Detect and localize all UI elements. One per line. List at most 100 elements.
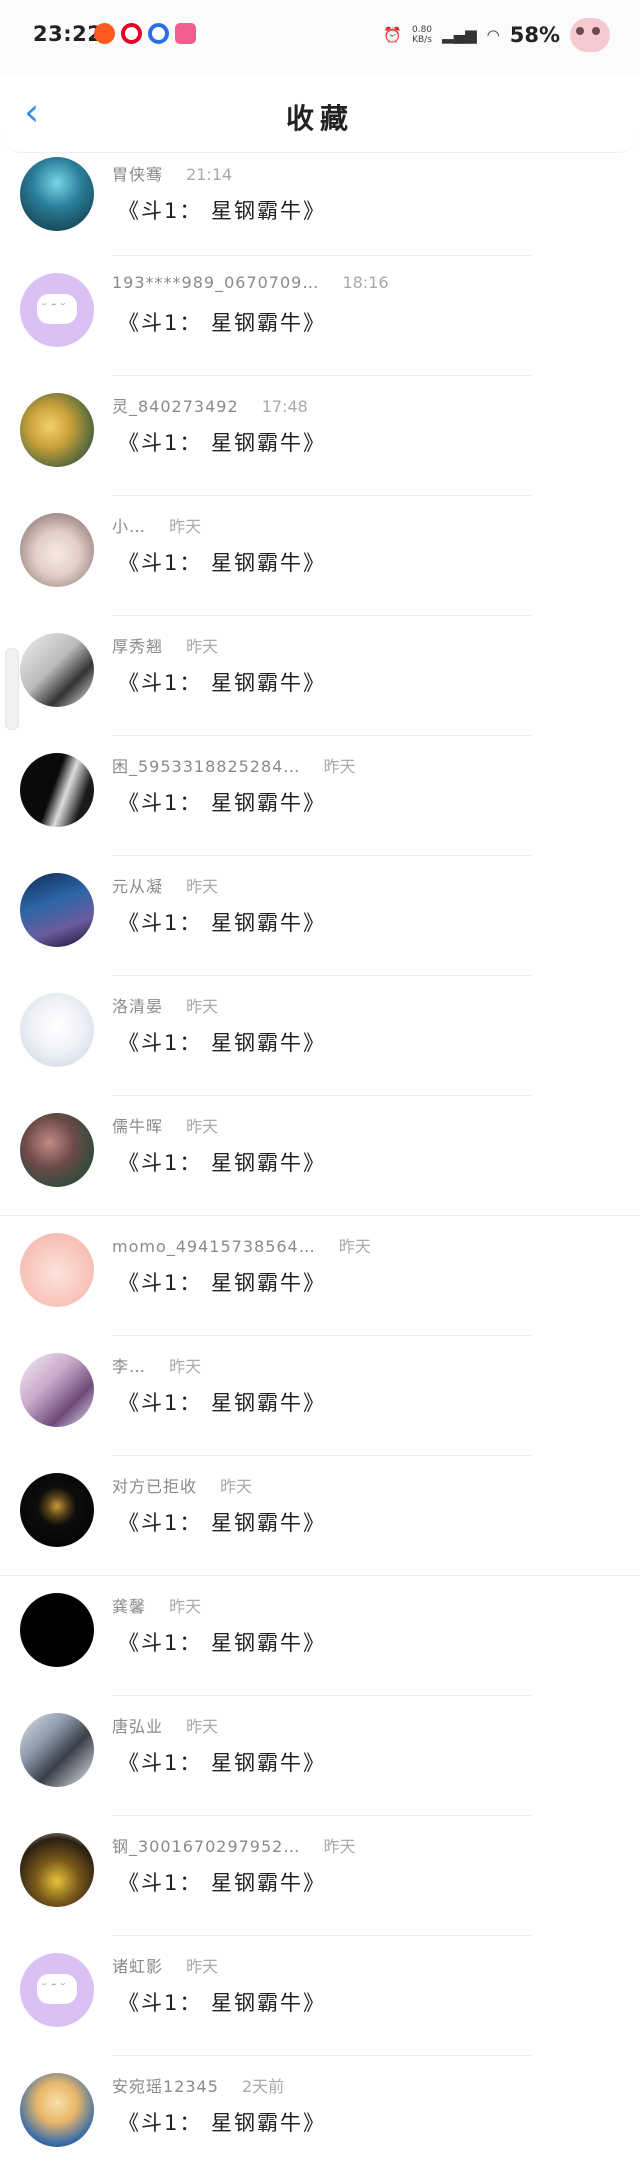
timestamp: 昨天: [186, 1117, 219, 1136]
pet-widget-icon[interactable]: [570, 18, 610, 52]
user-name: 安宛瑶12345: [112, 2077, 219, 2096]
timestamp: 17:48: [261, 397, 308, 416]
list-item[interactable]: 小… 昨天 《斗1： 星钢霸牛》: [0, 496, 640, 616]
user-name: momo_49415738564…: [112, 1237, 316, 1256]
message-preview: 《斗1： 星钢霸牛》: [118, 199, 327, 223]
user-name: 李…: [112, 1357, 147, 1376]
user-name: 胃侠骞: [112, 165, 164, 184]
signal-icon: ▂▄▆: [442, 26, 477, 44]
list-item[interactable]: 元从凝 昨天 《斗1： 星钢霸牛》: [0, 856, 640, 976]
net-speed: 0.80 KB/s: [412, 25, 432, 45]
battery-level: 58%: [509, 23, 560, 47]
list-item[interactable]: 胃侠骞 21:14 《斗1： 星钢霸牛》: [0, 152, 640, 256]
netease-music-icon: [121, 23, 142, 44]
timestamp: 昨天: [186, 997, 219, 1016]
user-name: 厚秀翘: [112, 637, 164, 656]
timestamp: 昨天: [323, 1837, 356, 1856]
list-item[interactable]: 困_5953318825284… 昨天 《斗1： 星钢霸牛》: [0, 736, 640, 856]
timestamp: 昨天: [169, 1357, 202, 1376]
list-item[interactable]: 李… 昨天 《斗1： 星钢霸牛》: [0, 1336, 640, 1456]
item-meta: momo_49415738564… 昨天: [112, 1233, 371, 1257]
user-name: 困_5953318825284…: [112, 757, 301, 776]
avatar[interactable]: [20, 1593, 94, 1667]
user-name: 灵_840273492: [112, 397, 239, 416]
timestamp: 昨天: [338, 1237, 371, 1256]
list-item[interactable]: 钢_3001670297952… 昨天 《斗1： 星钢霸牛》: [0, 1816, 640, 1936]
system-indicators: ⏰ 0.80 KB/s ▂▄▆ ◠ 58%: [383, 18, 610, 52]
message-preview: 《斗1： 星钢霸牛》: [118, 1151, 327, 1175]
avatar[interactable]: [20, 873, 94, 947]
item-meta: 钢_3001670297952… 昨天: [112, 1833, 355, 1857]
wifi-icon: ◠: [486, 26, 500, 44]
timestamp: 昨天: [220, 1477, 253, 1496]
avatar[interactable]: [20, 393, 94, 467]
message-preview: 《斗1： 星钢霸牛》: [118, 1631, 327, 1655]
message-preview: 《斗1： 星钢霸牛》: [118, 1751, 327, 1775]
notification-icons: [94, 23, 196, 44]
avatar[interactable]: [20, 1953, 94, 2027]
avatar[interactable]: [20, 1473, 94, 1547]
user-name: 小…: [112, 517, 147, 536]
timestamp: 昨天: [186, 877, 219, 896]
timestamp: 21:14: [186, 165, 233, 184]
user-name: 龚馨: [112, 1597, 147, 1616]
avatar[interactable]: [20, 1353, 94, 1427]
item-meta: 193****989_0670709… 18:16: [112, 273, 389, 292]
list-item[interactable]: 龚馨 昨天 《斗1： 星钢霸牛》: [0, 1576, 640, 1696]
message-preview: 《斗1： 星钢霸牛》: [118, 431, 327, 455]
list-item[interactable]: 诸虹影 昨天 《斗1： 星钢霸牛》: [0, 1936, 640, 2056]
avatar[interactable]: [20, 633, 94, 707]
message-preview: 《斗1： 星钢霸牛》: [118, 1871, 327, 1895]
favorites-list: 胃侠骞 21:14 《斗1： 星钢霸牛》 193****989_0670709……: [0, 152, 640, 2176]
message-preview: 《斗1： 星钢霸牛》: [118, 671, 327, 695]
item-meta: 灵_840273492 17:48: [112, 393, 308, 417]
timestamp: 昨天: [186, 1957, 219, 1976]
item-meta: 龚馨 昨天: [112, 1593, 201, 1617]
timestamp: 昨天: [169, 1597, 202, 1616]
item-meta: 诸虹影 昨天: [112, 1953, 218, 1977]
message-preview: 《斗1： 星钢霸牛》: [118, 311, 327, 335]
net-speed-unit: KB/s: [412, 35, 432, 45]
item-meta: 对方已拒收 昨天: [112, 1473, 252, 1497]
list-item[interactable]: 儒牛晖 昨天 《斗1： 星钢霸牛》: [0, 1096, 640, 1216]
net-speed-value: 0.80: [411, 25, 433, 35]
message-preview: 《斗1： 星钢霸牛》: [118, 551, 327, 575]
taobao-icon: [94, 23, 115, 44]
avatar[interactable]: [20, 753, 94, 827]
list-item[interactable]: 193****989_0670709… 18:16 《斗1： 星钢霸牛》: [0, 256, 640, 376]
message-preview: 《斗1： 星钢霸牛》: [118, 1391, 327, 1415]
avatar[interactable]: [20, 2073, 94, 2147]
list-item[interactable]: 灵_840273492 17:48 《斗1： 星钢霸牛》: [0, 376, 640, 496]
list-item[interactable]: 对方已拒收 昨天 《斗1： 星钢霸牛》: [0, 1456, 640, 1576]
list-item[interactable]: 厚秀翘 昨天 《斗1： 星钢霸牛》: [0, 616, 640, 736]
user-name: 儒牛晖: [112, 1117, 164, 1136]
avatar[interactable]: [20, 1113, 94, 1187]
list-item[interactable]: momo_49415738564… 昨天 《斗1： 星钢霸牛》: [0, 1216, 640, 1336]
avatar[interactable]: [20, 273, 94, 347]
timestamp: 2天前: [242, 2077, 285, 2096]
item-meta: 儒牛晖 昨天: [112, 1113, 218, 1137]
user-name: 唐弘业: [112, 1717, 164, 1736]
timestamp: 昨天: [186, 1717, 219, 1736]
message-preview: 《斗1： 星钢霸牛》: [118, 911, 327, 935]
bilibili-icon: [175, 23, 196, 44]
status-time: 23:22: [33, 22, 103, 46]
avatar[interactable]: [20, 993, 94, 1067]
user-name: 193****989_0670709…: [112, 273, 320, 292]
timestamp: 18:16: [342, 273, 389, 292]
list-item[interactable]: 唐弘业 昨天 《斗1： 星钢霸牛》: [0, 1696, 640, 1816]
avatar[interactable]: [20, 1833, 94, 1907]
avatar[interactable]: [20, 1233, 94, 1307]
item-meta: 唐弘业 昨天: [112, 1713, 218, 1737]
avatar[interactable]: [20, 157, 94, 231]
user-name: 诸虹影: [112, 1957, 164, 1976]
avatar[interactable]: [20, 1713, 94, 1787]
list-item[interactable]: 洛清晏 昨天 《斗1： 星钢霸牛》: [0, 976, 640, 1096]
list-item[interactable]: 安宛瑶12345 2天前 《斗1： 星钢霸牛》: [0, 2056, 640, 2176]
avatar[interactable]: [20, 513, 94, 587]
item-meta: 元从凝 昨天: [112, 873, 218, 897]
user-name: 洛清晏: [112, 997, 164, 1016]
message-preview: 《斗1： 星钢霸牛》: [118, 1271, 327, 1295]
item-meta: 厚秀翘 昨天: [112, 633, 218, 657]
message-preview: 《斗1： 星钢霸牛》: [118, 2111, 327, 2135]
